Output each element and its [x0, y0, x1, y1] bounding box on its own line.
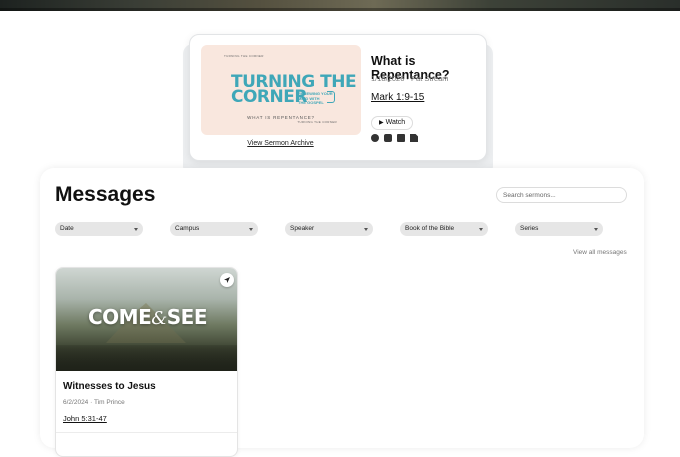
- filter-campus[interactable]: Campus: [170, 222, 258, 236]
- sermon-card-image[interactable]: COME&SEE: [56, 268, 237, 371]
- play-icon: ▶: [379, 120, 384, 126]
- filter-series[interactable]: Series: [515, 222, 603, 236]
- thumbnail-corner-text: TURNING THE CORNER: [224, 54, 264, 58]
- watch-label: Watch: [385, 119, 406, 126]
- thumbnail-title-line2: CORNER: [231, 87, 307, 107]
- turn-arrow-icon: [327, 91, 335, 103]
- sermon-card-title[interactable]: Witnesses to Jesus: [63, 381, 156, 392]
- share-icon[interactable]: [220, 273, 234, 287]
- sermon-card[interactable]: COME&SEE Witnesses to Jesus 6/2/2024 · T…: [55, 267, 238, 457]
- crowd-graphic: [56, 345, 237, 371]
- hero-banner-strip: [0, 0, 680, 11]
- series-art-title: COME&SEE: [87, 305, 208, 329]
- card-divider: [56, 432, 237, 433]
- platform-links: [371, 134, 418, 142]
- messages-panel: Messages Date Campus Speaker Book of the…: [40, 168, 644, 457]
- thumbnail-subtitle: WHAT IS REPENTANCE?: [247, 115, 315, 120]
- apple-podcasts-icon[interactable]: [384, 134, 392, 142]
- sermon-card-scripture-link[interactable]: John 5:31-47: [63, 414, 107, 423]
- featured-sermon-card: TURNING THE CORNER TURNING THE CORNER RE…: [189, 34, 487, 161]
- view-sermon-archive-link[interactable]: View Sermon Archive: [190, 140, 371, 147]
- filter-date[interactable]: Date: [55, 222, 143, 236]
- featured-scripture-link[interactable]: Mark 1:9-15: [371, 92, 424, 103]
- chevron-down-icon: [134, 228, 138, 231]
- thumbnail-corner-text-2: TURNING THE CORNER: [297, 120, 337, 124]
- spotify-icon[interactable]: [371, 134, 379, 142]
- featured-sermon-thumbnail[interactable]: TURNING THE CORNER TURNING THE CORNER RE…: [201, 45, 361, 135]
- chevron-down-icon: [249, 228, 253, 231]
- watch-button[interactable]: ▶ Watch: [371, 116, 414, 130]
- chevron-down-icon: [364, 228, 368, 231]
- notes-icon[interactable]: [410, 134, 418, 142]
- chevron-down-icon: [479, 228, 483, 231]
- filter-book-of-the-bible[interactable]: Book of the Bible: [400, 222, 488, 236]
- search-sermons-input[interactable]: [496, 187, 627, 203]
- filter-speaker[interactable]: Speaker: [285, 222, 373, 236]
- sermon-card-meta: 6/2/2024 · Tim Prince: [63, 399, 125, 406]
- chevron-down-icon: [594, 228, 598, 231]
- podcast-icon[interactable]: [397, 134, 405, 142]
- messages-heading: Messages: [55, 183, 156, 206]
- view-all-messages-link[interactable]: View all messages: [573, 249, 627, 256]
- featured-sermon-meta: 1/18/2026 · Pat Stream: [371, 74, 449, 83]
